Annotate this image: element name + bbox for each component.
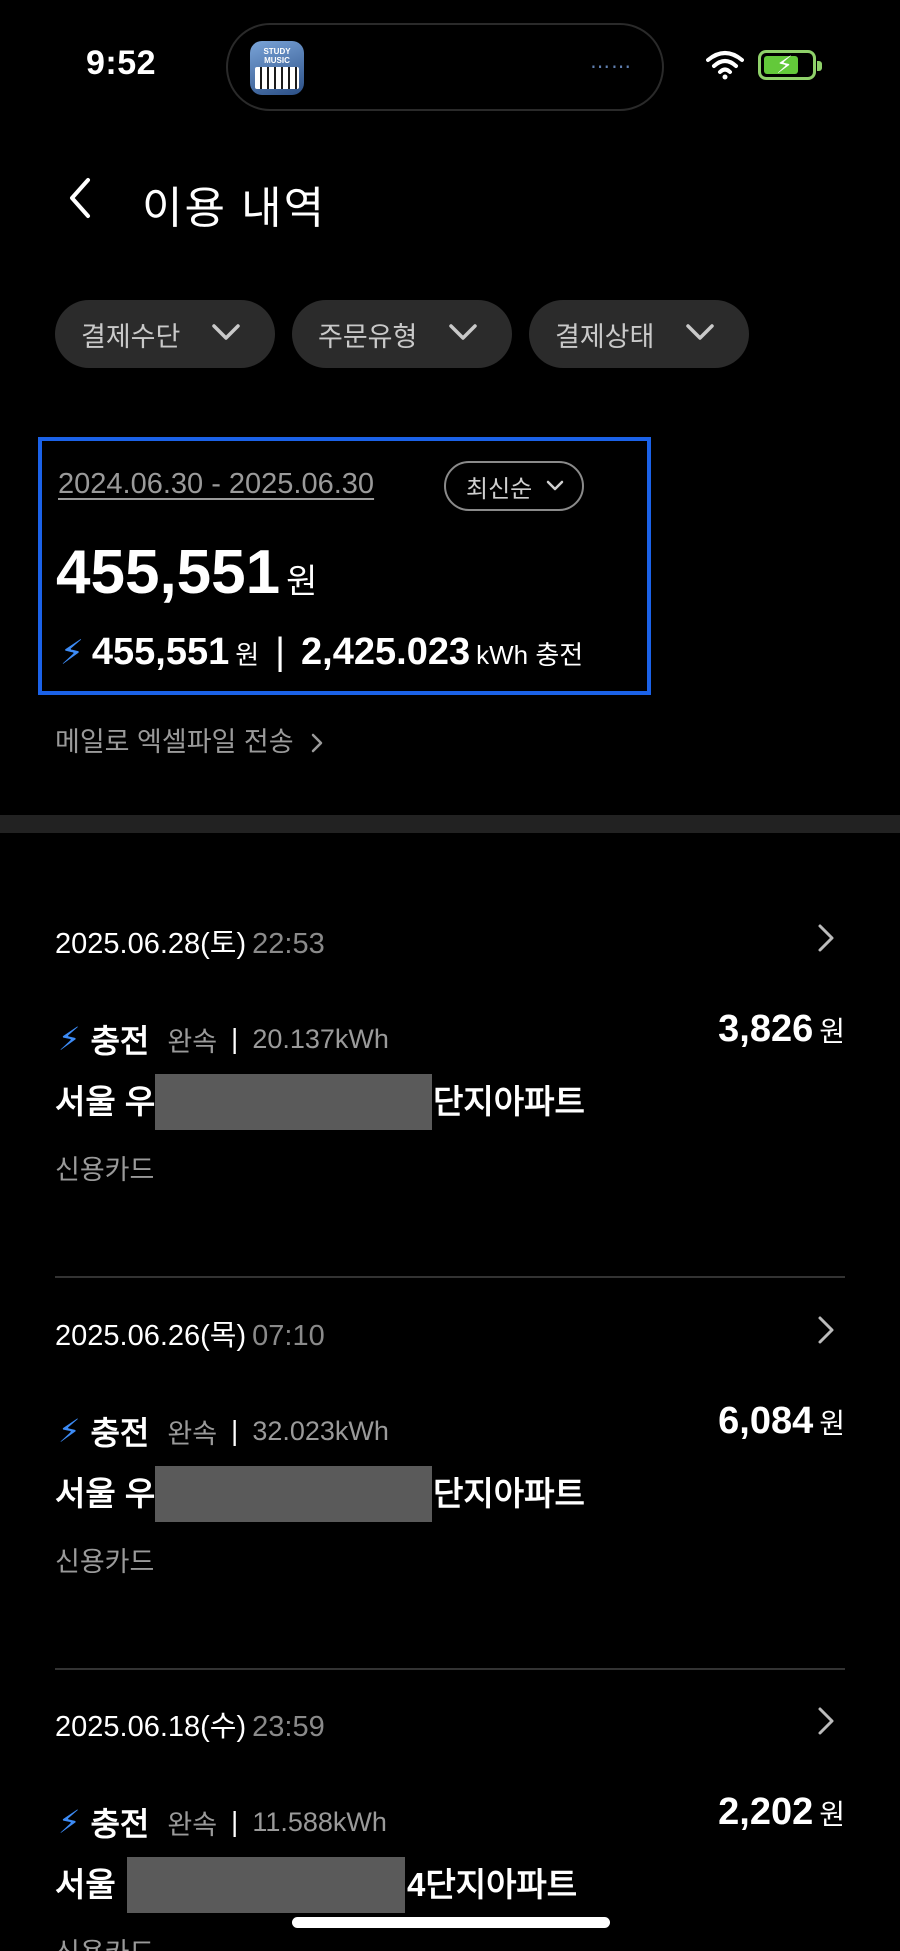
record-time: 07:10	[252, 1320, 325, 1352]
station-name: 서울 우 단지아파트	[55, 1466, 615, 1522]
audio-activity-icon: ⋯⋯	[590, 56, 632, 78]
record-amount: 3,826 원	[718, 1008, 845, 1051]
charge-energy: 32.023kWh	[252, 1415, 389, 1446]
filter-label: 주문유형	[318, 321, 418, 352]
payment-method: 신용카드	[55, 1931, 154, 1951]
station-name-suffix: 단지아파트	[433, 1475, 585, 1512]
station-name-prefix: 서울 우	[55, 1083, 156, 1120]
record-amount-value: 2,202	[718, 1791, 814, 1833]
dynamic-island[interactable]: STUDY MUSIC ⋯⋯	[226, 23, 664, 111]
record-time: 22:53	[252, 928, 325, 960]
record-date: 2025.06.28(토) 22:53	[55, 920, 325, 962]
sort-label: 최신순	[466, 475, 533, 503]
record-type: 충전	[90, 1415, 150, 1451]
battery-charging-icon: ⚡	[758, 50, 822, 80]
record-type-row: ⚡ 충전 완속 | 11.588kWh	[58, 1799, 387, 1845]
record-amount: 6,084 원	[718, 1400, 845, 1443]
record-type-row: ⚡ 충전 완속 | 32.023kWh	[58, 1408, 389, 1454]
energy-total: 2,425.023	[301, 631, 471, 673]
chevron-down-icon	[212, 324, 240, 340]
record-amount-unit: 원	[819, 1799, 845, 1830]
usage-record[interactable]: 2025.06.18(수) 23:59 ⚡ 충전 완속 | 11.588kWh 2…	[0, 1669, 900, 1951]
usage-record[interactable]: 2025.06.26(목) 07:10 ⚡ 충전 완속 | 32.023kWh 6…	[0, 1278, 900, 1670]
charge-energy: 11.588kWh	[252, 1806, 387, 1837]
station-name-suffix: 4단지아파트	[407, 1866, 578, 1903]
payment-method: 신용카드	[55, 1155, 155, 1185]
usage-record[interactable]: 2025.06.28(토) 22:53 ⚡ 충전 완속 | 20.137kWh 3…	[0, 886, 900, 1278]
station-name: 서울 4단지아파트	[55, 1857, 615, 1913]
station-name-suffix: 단지아파트	[433, 1083, 585, 1120]
record-date: 2025.06.26(목) 07:10	[55, 1312, 325, 1354]
record-amount-value: 6,084	[718, 1400, 814, 1442]
chevron-right-icon[interactable]	[816, 1705, 836, 1737]
charge-speed: 완속	[167, 1418, 218, 1449]
usage-summary: 2024.06.30 - 2025.06.30 최신순 455,551 원 ⚡ 4…	[38, 437, 651, 695]
total-amount: 455,551 원	[56, 537, 317, 608]
chevron-down-icon	[546, 480, 564, 491]
filter-order-type[interactable]: 주문유형	[292, 300, 512, 368]
email-excel-export-link[interactable]: 메일로 엑셀파일 전송	[55, 720, 325, 759]
record-type-row: ⚡ 충전 완속 | 20.137kWh	[58, 1016, 389, 1062]
chevron-down-icon	[686, 324, 714, 340]
charge-amount: 455,551	[91, 631, 230, 673]
chevron-right-icon[interactable]	[816, 922, 836, 954]
separator: |	[275, 631, 286, 673]
lightning-icon: ⚡	[58, 1413, 81, 1449]
total-amount-unit: 원	[286, 563, 318, 601]
status-bar: 9:52 STUDY MUSIC ⋯⋯ ⚡	[0, 0, 900, 130]
charge-amount-unit: 원	[235, 640, 260, 670]
record-type: 충전	[90, 1023, 150, 1059]
redacted-block	[127, 1857, 405, 1913]
record-date-value: 2025.06.18(수)	[55, 1711, 247, 1743]
station-name-prefix: 서울 우	[55, 1475, 156, 1512]
redacted-block	[155, 1074, 432, 1130]
filter-label: 결제상태	[555, 321, 655, 352]
record-type: 충전	[90, 1806, 150, 1842]
filter-payment-status[interactable]: 결제상태	[529, 300, 749, 368]
redacted-block	[155, 1466, 432, 1522]
record-amount-unit: 원	[819, 1408, 845, 1439]
record-date-value: 2025.06.28(토)	[55, 928, 247, 960]
lightning-icon: ⚡	[60, 634, 84, 672]
separator: |	[231, 1023, 239, 1054]
email-export-label: 메일로 엑셀파일 전송	[55, 727, 294, 757]
payment-method: 신용카드	[55, 1547, 155, 1577]
charge-energy: 20.137kWh	[252, 1023, 389, 1054]
back-chevron-icon[interactable]	[60, 172, 100, 224]
record-amount-unit: 원	[819, 1016, 845, 1047]
chevron-down-icon	[449, 324, 477, 340]
filter-payment-method[interactable]: 결제수단	[55, 300, 275, 368]
station-name: 서울 우 단지아파트	[55, 1074, 615, 1130]
home-indicator[interactable]	[292, 1917, 610, 1928]
record-time: 23:59	[252, 1711, 325, 1743]
charge-summary: ⚡ 455,551 원 | 2,425.023 kWh 충전	[60, 631, 583, 674]
status-time: 9:52	[86, 44, 157, 82]
sort-dropdown[interactable]: 최신순	[444, 461, 584, 511]
separator: |	[231, 1806, 239, 1837]
energy-unit: kWh 충전	[476, 640, 584, 670]
date-range-link[interactable]: 2024.06.30 - 2025.06.30	[58, 468, 374, 501]
record-date: 2025.06.18(수) 23:59	[55, 1703, 325, 1745]
record-amount-value: 3,826	[718, 1008, 814, 1050]
filter-label: 결제수단	[81, 321, 181, 352]
station-name-prefix: 서울	[55, 1866, 116, 1903]
music-app-label: STUDY MUSIC	[263, 47, 291, 65]
charge-speed: 완속	[167, 1809, 218, 1840]
section-divider	[0, 815, 900, 833]
chevron-right-icon	[311, 733, 323, 753]
record-amount: 2,202 원	[718, 1791, 845, 1834]
page-title: 이용 내역	[142, 184, 327, 233]
total-amount-value: 455,551	[56, 538, 281, 607]
lightning-icon: ⚡	[58, 1021, 81, 1057]
charge-speed: 완속	[167, 1026, 218, 1057]
lightning-icon: ⚡	[58, 1804, 81, 1840]
wifi-icon	[706, 51, 744, 80]
record-date-value: 2025.06.26(목)	[55, 1320, 247, 1352]
chevron-right-icon[interactable]	[816, 1314, 836, 1346]
separator: |	[231, 1415, 239, 1446]
music-app-icon[interactable]: STUDY MUSIC	[250, 41, 304, 95]
